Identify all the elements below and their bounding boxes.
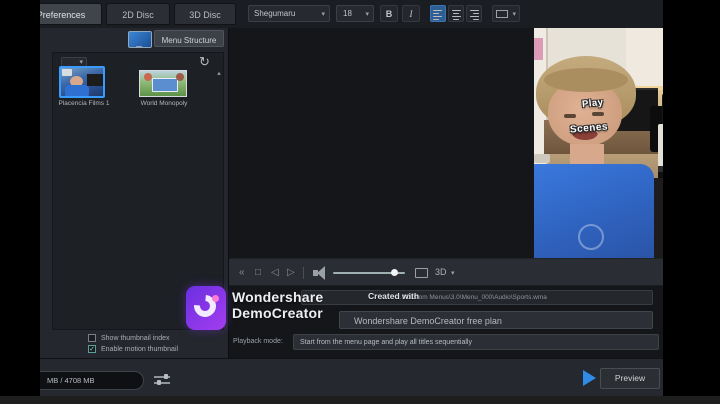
- thumb-appliance: [87, 74, 103, 86]
- boy-fringe: [544, 68, 628, 92]
- show-thumbnail-index-label: Show thumbnail index: [101, 335, 170, 342]
- text-style-dropdown[interactable]: ▾: [492, 5, 520, 22]
- plate: [534, 154, 550, 163]
- align-left-button[interactable]: [430, 5, 446, 22]
- watermark-plan-box: Wondershare DemoCreator free plan: [339, 311, 653, 329]
- step-back-icon[interactable]: ◁: [271, 266, 279, 280]
- slider-knob: [157, 380, 161, 385]
- swatch-icon: [496, 10, 508, 18]
- tab-preferences-label: Preferences: [40, 10, 85, 20]
- threed-toggle[interactable]: 3D: [435, 267, 447, 277]
- enable-motion-thumbnail-label: Enable motion thumbnail: [101, 346, 178, 353]
- divider: [303, 267, 304, 279]
- align-right-icon: [467, 6, 481, 24]
- template-thumb-placencia-label: Placencia Films 1: [53, 100, 115, 107]
- tab-preferences[interactable]: Preferences: [40, 3, 102, 25]
- boy-eye-right: [592, 112, 604, 116]
- font-family-select[interactable]: Shegumaru ▾: [248, 5, 330, 22]
- align-center-icon: [449, 6, 463, 24]
- app-window: Preferences 2D Disc 3D Disc Shegumaru ▾ …: [40, 0, 663, 396]
- bottom-bar: MB / 4708 MB Preview: [40, 358, 663, 396]
- quality-settings-icon[interactable]: [154, 374, 172, 386]
- boy-eye-left: [564, 114, 576, 118]
- chevron-down-icon: ▾: [79, 58, 83, 66]
- chevron-down-icon: ▾: [321, 7, 325, 22]
- checkbox-unchecked-icon[interactable]: [88, 334, 96, 342]
- font-size-select[interactable]: 18 ▾: [336, 5, 374, 22]
- watermark-brand-top: Wondershare: [232, 289, 323, 305]
- checkbox-checked-icon[interactable]: ✓: [88, 345, 96, 353]
- thumb-shirt: [65, 85, 89, 98]
- thumb-figure: [176, 73, 184, 81]
- disc-capacity-meter: MB / 4708 MB: [40, 371, 144, 390]
- stop-icon[interactable]: □: [255, 266, 261, 280]
- refresh-icon[interactable]: ↻: [199, 54, 210, 70]
- preview-button[interactable]: Preview: [600, 368, 660, 389]
- thumb-card: [152, 78, 178, 92]
- menu-structure-button[interactable]: Menu Structure: [154, 30, 224, 47]
- playback-mode-field[interactable]: Start from the menu page and play all ti…: [293, 334, 659, 350]
- tab-3d-disc-label: 3D Disc: [189, 10, 221, 20]
- speaker-icon-cone: [317, 266, 325, 280]
- democreator-logo: [186, 286, 226, 330]
- playback-mode-value: Start from the menu page and play all ti…: [300, 339, 472, 346]
- stove-cooktop: [658, 124, 663, 168]
- playback-controls-bar: « □ ◁ ▷ 3D ▾: [229, 258, 663, 286]
- align-center-button[interactable]: [448, 5, 464, 22]
- align-left-icon: [431, 6, 445, 24]
- bold-icon: B: [386, 9, 393, 19]
- font-family-value: Shegumaru: [254, 9, 295, 18]
- chevron-down-icon[interactable]: ▾: [451, 269, 455, 277]
- menu-structure-label: Menu Structure: [162, 36, 217, 45]
- font-size-value: 18: [343, 9, 352, 18]
- chevron-down-icon: ▾: [512, 7, 516, 23]
- watermark-brand-bottom: DemoCreator: [232, 305, 323, 321]
- door-paper: [534, 38, 543, 60]
- bold-button[interactable]: B: [380, 5, 398, 22]
- display-mode-icon[interactable]: [415, 268, 428, 278]
- menu-music-path: ...\Custom Menus\3.0\Menu_000\Audio\Spor…: [398, 294, 547, 301]
- top-tab-bar: Preferences 2D Disc 3D Disc Shegumaru ▾ …: [40, 0, 663, 29]
- tab-3d-disc[interactable]: 3D Disc: [174, 3, 236, 25]
- slider-knob: [164, 374, 168, 379]
- thumb-badge: [62, 69, 72, 76]
- template-thumb-placencia[interactable]: [59, 66, 105, 98]
- template-thumb-monopoly[interactable]: [139, 70, 187, 97]
- step-forward-icon[interactable]: ▷: [287, 266, 295, 280]
- dvd-menu-preview: Play Scenes: [534, 28, 663, 258]
- tab-2d-disc-label: 2D Disc: [122, 10, 154, 20]
- playback-mode-label: Playback mode:: [233, 338, 283, 345]
- volume-slider-thumb[interactable]: [391, 269, 398, 276]
- thumb-figure: [144, 73, 152, 81]
- italic-icon: I: [410, 9, 413, 19]
- align-right-button[interactable]: [466, 5, 482, 22]
- watermark-free-plan-text: Wondershare DemoCreator free plan: [354, 316, 502, 326]
- logo-dot-icon: [212, 295, 219, 302]
- italic-button[interactable]: I: [402, 5, 420, 22]
- bottom-strip: [0, 396, 720, 404]
- stove-control-panel: [662, 94, 663, 128]
- screen: Preferences 2D Disc 3D Disc Shegumaru ▾ …: [0, 0, 720, 404]
- shirt-badge: [578, 224, 604, 250]
- scroll-up-icon[interactable]: ▲: [216, 71, 222, 77]
- template-thumb-monopoly-label: World Monopoly: [137, 100, 191, 107]
- skip-back-icon[interactable]: «: [239, 266, 245, 280]
- tv-icon-stand: [136, 46, 142, 48]
- tab-2d-disc[interactable]: 2D Disc: [106, 3, 170, 25]
- menu-button-play[interactable]: Play: [581, 97, 604, 110]
- menu-music-field[interactable]: ...\Custom Menus\3.0\Menu_000\Audio\Spor…: [301, 290, 653, 305]
- preview-play-icon[interactable]: [583, 370, 596, 386]
- chevron-down-icon: ▾: [365, 7, 369, 22]
- watermark-created-with: Created with: [368, 291, 419, 301]
